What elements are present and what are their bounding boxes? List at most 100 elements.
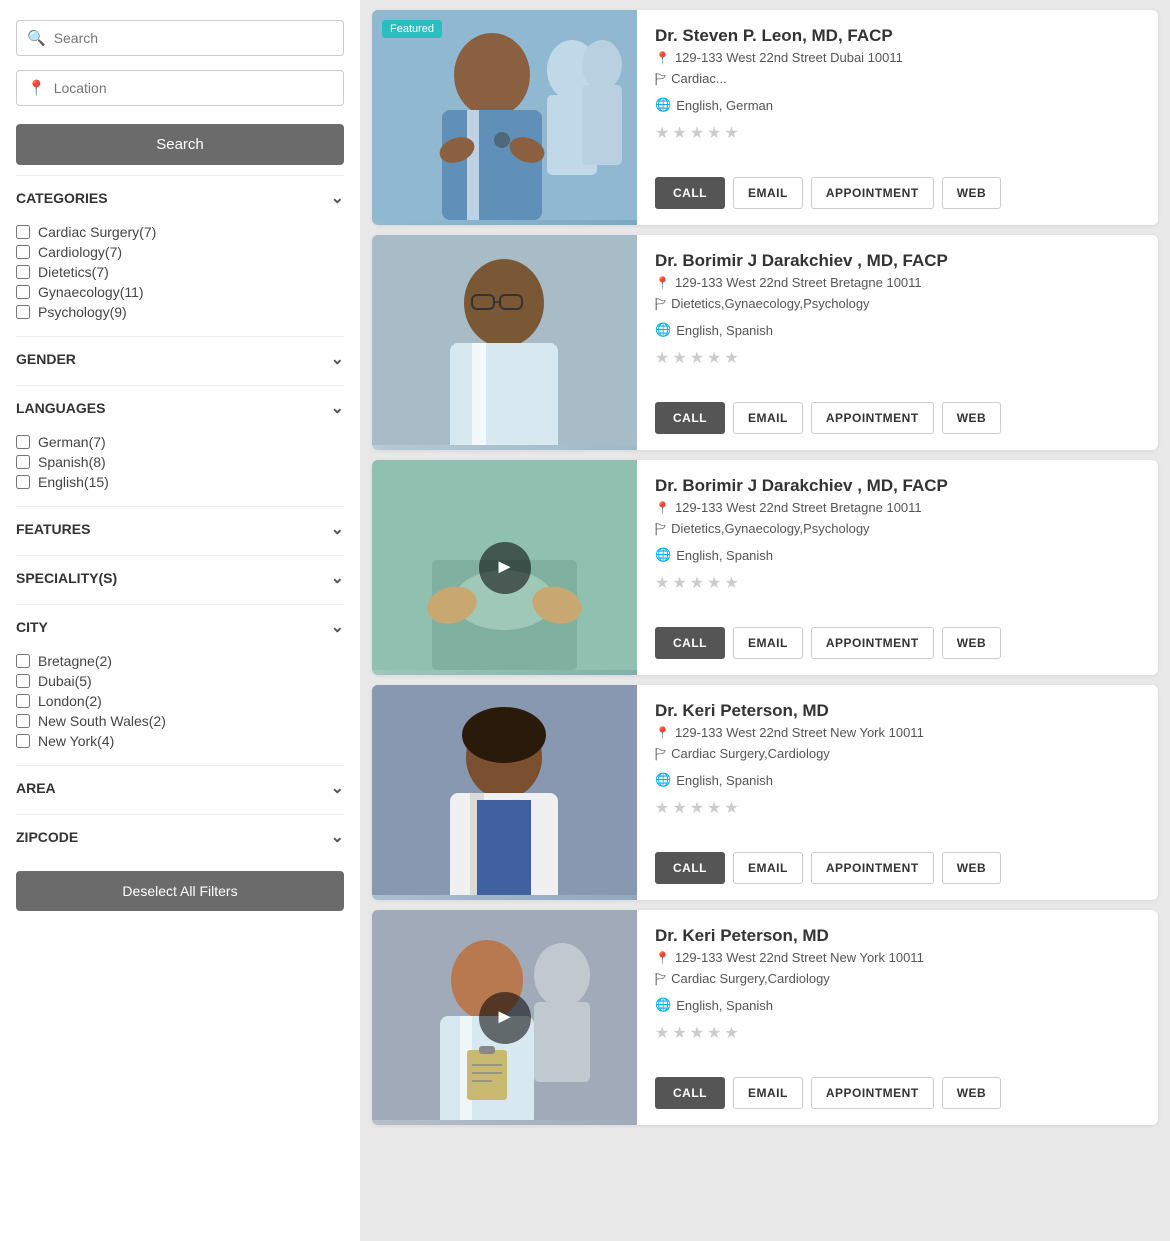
list-item[interactable]: Psychology(9) xyxy=(16,304,344,320)
appointment-button[interactable]: APPOINTMENT xyxy=(811,402,934,434)
doctor-specialties: 🏱 Cardiac... xyxy=(655,71,1140,93)
languages-section-header[interactable]: LANGUAGES ⌄ xyxy=(16,385,344,424)
doctor-silhouette-svg xyxy=(372,10,637,220)
city-checkbox-nsw[interactable] xyxy=(16,714,30,728)
call-button[interactable]: CALL xyxy=(655,852,725,884)
doctor-address: 📍 129-133 West 22nd Street Bretagne 1001… xyxy=(655,275,1140,290)
doctor-image xyxy=(372,235,637,450)
star-rating: ★ ★ ★ ★ ★ xyxy=(655,798,1140,818)
city-chevron-icon: ⌄ xyxy=(331,617,344,637)
star-2: ★ xyxy=(672,573,686,593)
list-item[interactable]: Bretagne(2) xyxy=(16,653,344,669)
specialties-icon: 🏱 xyxy=(655,71,666,93)
category-checkbox-gynaecology[interactable] xyxy=(16,285,30,299)
doctor-specialties: 🏱 Dietetics,Gynaecology,Psychology xyxy=(655,296,1140,318)
star-2: ★ xyxy=(672,348,686,368)
doctor-name: Dr. Borimir J Darakchiev , MD, FACP xyxy=(655,251,1140,271)
search-input[interactable] xyxy=(54,30,333,46)
languages-label: LANGUAGES xyxy=(16,400,105,416)
doctor-card: Dr. Borimir J Darakchiev , MD, FACP 📍 12… xyxy=(372,235,1158,450)
category-checkbox-dietetics[interactable] xyxy=(16,265,30,279)
city-checkbox-bretagne[interactable] xyxy=(16,654,30,668)
speciality-label: SPECIALITY(S) xyxy=(16,570,117,586)
list-item[interactable]: New York(4) xyxy=(16,733,344,749)
categories-section-header[interactable]: CATEGORIES ⌄ xyxy=(16,175,344,214)
star-4: ★ xyxy=(707,798,721,818)
specialties-icon: 🏱 xyxy=(655,521,666,543)
speciality-section-header[interactable]: SPECIALITY(S) ⌄ xyxy=(16,555,344,594)
star-2: ★ xyxy=(672,123,686,143)
list-item[interactable]: London(2) xyxy=(16,693,344,709)
star-3: ★ xyxy=(690,798,704,818)
web-button[interactable]: WEB xyxy=(942,627,1002,659)
star-3: ★ xyxy=(690,348,704,368)
list-item[interactable]: Dubai(5) xyxy=(16,673,344,689)
gender-label: GENDER xyxy=(16,351,76,367)
doctor-languages: 🌐 English, Spanish xyxy=(655,772,1140,788)
email-button[interactable]: EMAIL xyxy=(733,852,803,884)
doctor-specialties: 🏱 Cardiac Surgery,Cardiology xyxy=(655,746,1140,768)
list-item[interactable]: English(15) xyxy=(16,474,344,490)
appointment-button[interactable]: APPOINTMENT xyxy=(811,1077,934,1109)
star-1: ★ xyxy=(655,348,669,368)
list-item[interactable]: Cardiology(7) xyxy=(16,244,344,260)
web-button[interactable]: WEB xyxy=(942,852,1002,884)
appointment-button[interactable]: APPOINTMENT xyxy=(811,627,934,659)
play-button-icon[interactable]: ► xyxy=(479,542,531,594)
city-checkbox-newyork[interactable] xyxy=(16,734,30,748)
call-button[interactable]: CALL xyxy=(655,177,725,209)
doctor-address: 📍 129-133 West 22nd Street Bretagne 1001… xyxy=(655,500,1140,515)
city-checkbox-dubai[interactable] xyxy=(16,674,30,688)
category-checkbox-cardiology[interactable] xyxy=(16,245,30,259)
list-item[interactable]: Spanish(8) xyxy=(16,454,344,470)
doctor-info: Dr. Steven P. Leon, MD, FACP 📍 129-133 W… xyxy=(637,10,1158,225)
lang-checkbox-german[interactable] xyxy=(16,435,30,449)
lang-checkbox-english[interactable] xyxy=(16,475,30,489)
star-2: ★ xyxy=(672,798,686,818)
list-item[interactable]: Dietetics(7) xyxy=(16,264,344,280)
web-button[interactable]: WEB xyxy=(942,402,1002,434)
email-button[interactable]: EMAIL xyxy=(733,627,803,659)
gender-section-header[interactable]: GENDER ⌄ xyxy=(16,336,344,375)
area-section-header[interactable]: AREA ⌄ xyxy=(16,765,344,804)
city-filter-list: Bretagne(2) Dubai(5) London(2) New South… xyxy=(16,653,344,755)
list-item[interactable]: Gynaecology(11) xyxy=(16,284,344,300)
email-button[interactable]: EMAIL xyxy=(733,177,803,209)
search-button[interactable]: Search xyxy=(16,124,344,165)
appointment-button[interactable]: APPOINTMENT xyxy=(811,177,934,209)
email-button[interactable]: EMAIL xyxy=(733,402,803,434)
category-checkbox-cardiac-surgery[interactable] xyxy=(16,225,30,239)
category-checkbox-psychology[interactable] xyxy=(16,305,30,319)
call-button[interactable]: CALL xyxy=(655,402,725,434)
area-chevron-icon: ⌄ xyxy=(331,778,344,798)
speciality-chevron-icon: ⌄ xyxy=(331,568,344,588)
features-section-header[interactable]: FEATURES ⌄ xyxy=(16,506,344,545)
web-button[interactable]: WEB xyxy=(942,177,1002,209)
list-item[interactable]: New South Wales(2) xyxy=(16,713,344,729)
city-label: CITY xyxy=(16,619,48,635)
star-rating: ★ ★ ★ ★ ★ xyxy=(655,348,1140,368)
location-input[interactable] xyxy=(54,80,333,96)
email-button[interactable]: EMAIL xyxy=(733,1077,803,1109)
lang-checkbox-spanish[interactable] xyxy=(16,455,30,469)
appointment-button[interactable]: APPOINTMENT xyxy=(811,852,934,884)
deselect-all-button[interactable]: Deselect All Filters xyxy=(16,871,344,911)
star-4: ★ xyxy=(707,348,721,368)
call-button[interactable]: CALL xyxy=(655,1077,725,1109)
play-button-icon[interactable]: ► xyxy=(479,992,531,1044)
star-4: ★ xyxy=(707,1023,721,1043)
star-5: ★ xyxy=(724,348,738,368)
features-chevron-icon: ⌄ xyxy=(331,519,344,539)
star-1: ★ xyxy=(655,798,669,818)
call-button[interactable]: CALL xyxy=(655,627,725,659)
doctor-info: Dr. Borimir J Darakchiev , MD, FACP 📍 12… xyxy=(637,460,1158,675)
doctor-image: ► xyxy=(372,460,637,675)
city-section-header[interactable]: CITY ⌄ xyxy=(16,604,344,643)
search-input-wrapper: 🔍 xyxy=(16,20,344,56)
zipcode-section-header[interactable]: ZIPCODE ⌄ xyxy=(16,814,344,853)
list-item[interactable]: Cardiac Surgery(7) xyxy=(16,224,344,240)
star-5: ★ xyxy=(724,123,738,143)
city-checkbox-london[interactable] xyxy=(16,694,30,708)
list-item[interactable]: German(7) xyxy=(16,434,344,450)
web-button[interactable]: WEB xyxy=(942,1077,1002,1109)
